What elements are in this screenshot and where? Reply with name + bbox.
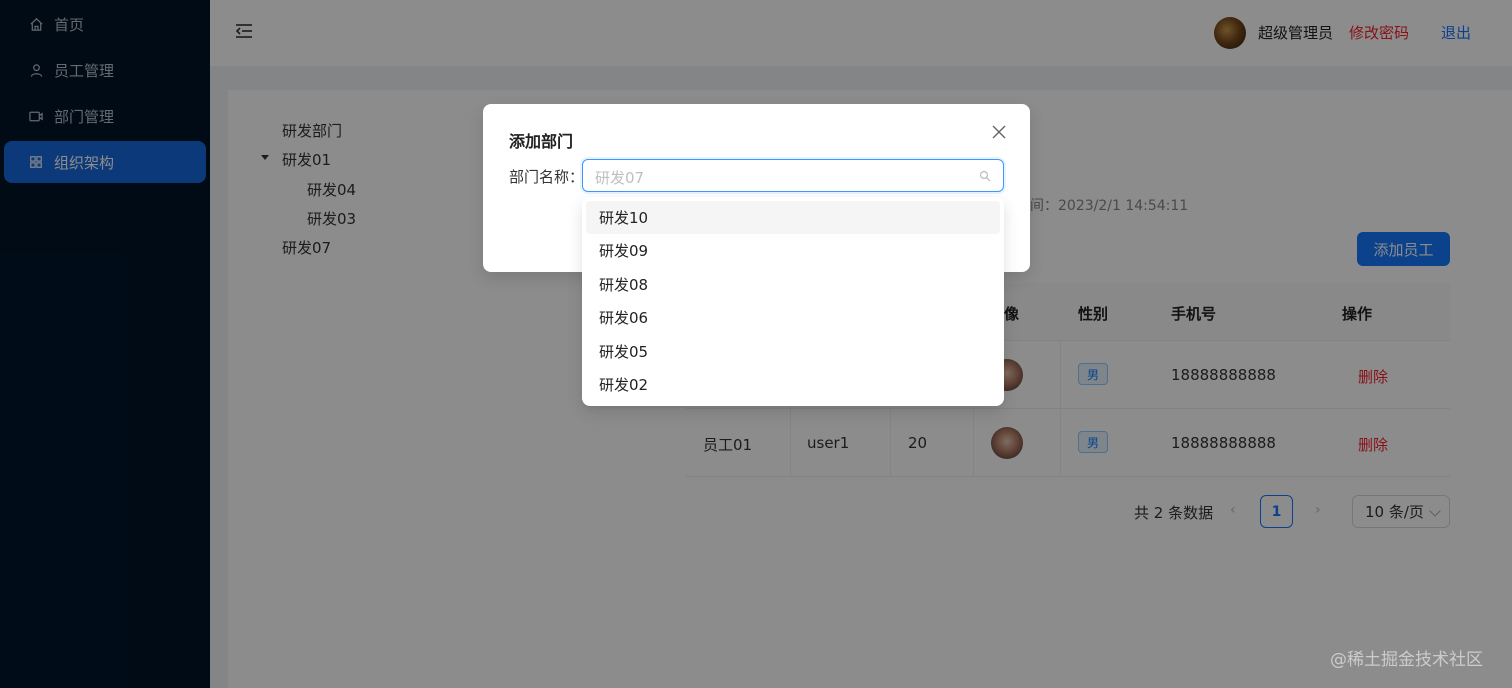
department-select[interactable]: 研发07 [582,159,1004,192]
watermark: @稀土掘金技术社区 [1330,650,1483,670]
modal-title: 添加部门 [509,132,574,151]
dropdown-option[interactable]: 研发02 [586,368,1000,401]
department-dropdown: 研发10 研发09 研发08 研发06 研发05 研发02 [582,197,1004,406]
search-icon [979,170,991,182]
select-placeholder: 研发07 [595,169,645,187]
dropdown-option[interactable]: 研发05 [586,335,1000,368]
dropdown-option[interactable]: 研发10 [586,201,1000,234]
dropdown-option[interactable]: 研发08 [586,268,1000,301]
dropdown-option[interactable]: 研发09 [586,234,1000,267]
department-name-label: 部门名称： [509,168,585,186]
dropdown-option[interactable]: 研发06 [586,301,1000,334]
close-icon[interactable] [991,124,1009,142]
